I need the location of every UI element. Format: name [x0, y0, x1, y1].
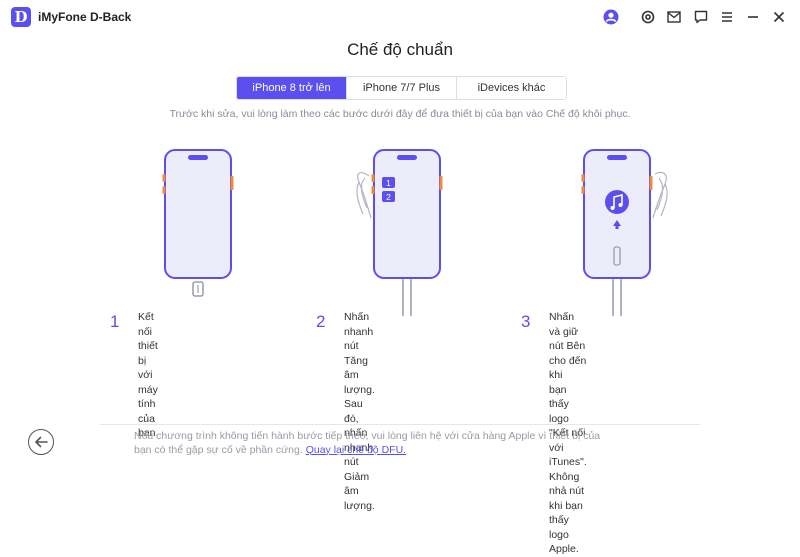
- app-logo: D: [11, 7, 31, 27]
- lightning-cable-icon: [612, 279, 622, 316]
- step-1-illustration: [128, 148, 268, 318]
- page-title: Chế độ chuẩn: [347, 40, 453, 59]
- step-3-illustration: [547, 148, 687, 318]
- step-number: 2: [316, 312, 326, 331]
- instruction-text: Trước khi sửa, vui lòng làm theo các bướ…: [169, 108, 631, 120]
- feedback-icon[interactable]: [693, 9, 709, 25]
- settings-icon[interactable]: [640, 9, 656, 25]
- pressing-hand-icon: [356, 172, 372, 219]
- device-tabs: iPhone 8 trở lên iPhone 7/7 Plus iDevice…: [236, 76, 567, 100]
- press-badge-2: 2: [386, 192, 391, 202]
- press-badge-1: 1: [386, 178, 391, 188]
- menu-icon[interactable]: [719, 9, 735, 25]
- tab-iphone-8-and-later[interactable]: iPhone 8 trở lên: [237, 77, 346, 99]
- iphone-icon: [371, 149, 443, 279]
- footer-help-text: Nếu chương trình không tiến hành bước ti…: [134, 430, 601, 456]
- step-text: Kết nối thiết bị với máy tính của bạn.: [138, 311, 159, 439]
- lightning-cable-icon: [192, 281, 204, 297]
- tab-other-idevices[interactable]: iDevices khác: [456, 77, 566, 99]
- step-text: Nhấn nhanh nút Tăng âm lượng. Sau đó, nh…: [344, 311, 375, 512]
- iphone-icon: [162, 149, 234, 279]
- itunes-logo-icon: [605, 190, 629, 214]
- pressing-hand-icon: [652, 171, 668, 219]
- minimize-icon[interactable]: [745, 9, 761, 25]
- mail-icon[interactable]: [666, 9, 682, 25]
- close-icon[interactable]: [771, 9, 787, 25]
- step-number: 1: [110, 312, 120, 331]
- step-2-illustration: 1 2: [337, 148, 477, 318]
- dfu-mode-link[interactable]: Quay lại chế độ DFU.: [306, 444, 406, 456]
- user-icon[interactable]: [603, 9, 619, 25]
- step-number: 3: [521, 312, 531, 331]
- arrow-left-icon: [35, 436, 48, 448]
- tab-iphone-7[interactable]: iPhone 7/7 Plus: [346, 77, 456, 99]
- title-bar: D iMyFone D-Back: [0, 0, 800, 34]
- footer-divider: [100, 424, 700, 425]
- back-button[interactable]: [28, 429, 54, 455]
- lightning-cable-icon: [402, 279, 412, 316]
- app-title: iMyFone D-Back: [38, 10, 132, 24]
